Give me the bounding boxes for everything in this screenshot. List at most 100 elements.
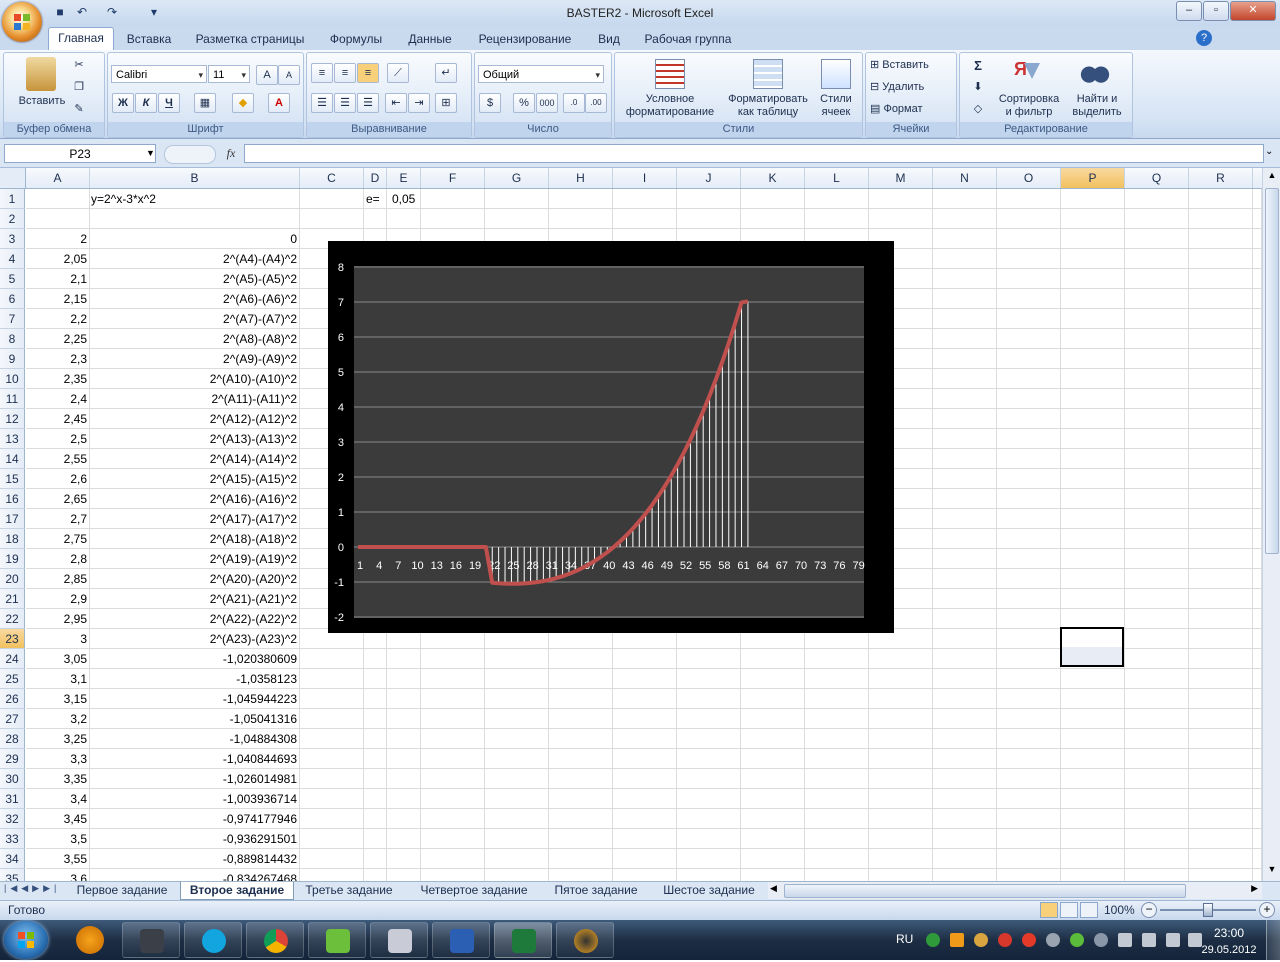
row-header[interactable]: 5 — [0, 269, 25, 289]
cell-a[interactable]: 3,35 — [26, 769, 87, 789]
language-indicator[interactable]: RU — [896, 932, 913, 946]
minimize-button[interactable]: – — [1176, 1, 1202, 21]
cell-d1[interactable]: e= — [366, 189, 386, 209]
scroll-right-icon[interactable]: ▶ — [1251, 883, 1258, 894]
column-header-i[interactable]: I — [613, 168, 677, 188]
row-header[interactable]: 31 — [0, 789, 25, 809]
tool-tray-icon[interactable] — [974, 933, 988, 947]
sort-filter-icon[interactable]: Я — [1014, 59, 1040, 87]
align-center-icon[interactable]: ☰ — [334, 93, 356, 113]
bold-button[interactable]: Ж — [112, 93, 134, 113]
column-header-c[interactable]: C — [300, 168, 364, 188]
cell-a[interactable]: 3,3 — [26, 749, 87, 769]
cell-a[interactable]: 2,55 — [26, 449, 87, 469]
align-top-icon[interactable]: ≡ — [311, 63, 333, 83]
row-header[interactable]: 26 — [0, 689, 25, 709]
row-header[interactable]: 7 — [0, 309, 25, 329]
tab-review[interactable]: Рецензирование — [468, 29, 582, 49]
tab-home[interactable]: Главная — [48, 27, 114, 51]
cell-b[interactable]: 2^(A7)-(A7)^2 — [90, 309, 297, 329]
column-header-q[interactable]: Q — [1125, 168, 1189, 188]
cell-a[interactable]: 2,1 — [26, 269, 87, 289]
torrent-tray-icon[interactable] — [926, 933, 940, 947]
format-painter-icon[interactable]: ✎ — [70, 103, 88, 116]
cell-b[interactable]: -1,026014981 — [90, 769, 297, 789]
office-button[interactable] — [2, 2, 42, 42]
paste-icon[interactable] — [26, 57, 56, 91]
alert-tray-icon[interactable] — [1022, 933, 1036, 947]
column-header-a[interactable]: A — [26, 168, 90, 188]
horizontal-scrollbar[interactable]: ◀ ▶ — [768, 882, 1262, 899]
cell-a[interactable]: 3 — [26, 629, 87, 649]
sheet-tab-4[interactable]: Четвертое задание — [412, 882, 536, 899]
horizontal-scroll-thumb[interactable] — [784, 884, 1186, 898]
align-bottom-icon[interactable]: ≡ — [357, 63, 379, 83]
cell-b[interactable]: 2^(A12)-(A12)^2 — [90, 409, 297, 429]
cell-b[interactable]: -0,936291501 — [90, 829, 297, 849]
taskbar-archive[interactable] — [370, 922, 428, 958]
cell-b[interactable]: 2^(A20)-(A20)^2 — [90, 569, 297, 589]
clear-icon[interactable]: ◇ — [966, 103, 990, 116]
autosum-button[interactable]: Σ — [966, 59, 990, 72]
column-header-f[interactable]: F — [421, 168, 485, 188]
underline-button[interactable]: Ч — [158, 93, 180, 113]
find-select-button[interactable]: Найти и выделить — [1064, 93, 1130, 119]
cell-a[interactable]: 2,15 — [26, 289, 87, 309]
antivirus-tray-icon[interactable] — [998, 933, 1012, 947]
taskbar-excel[interactable] — [494, 922, 552, 958]
zoom-in-icon[interactable]: + — [1259, 902, 1275, 918]
grow-font-icon[interactable]: A — [256, 65, 278, 85]
cell-b[interactable]: -0,974177946 — [90, 809, 297, 829]
cell-b[interactable]: -1,040844693 — [90, 749, 297, 769]
conditional-formatting-button[interactable]: Условное форматирование — [617, 93, 723, 119]
sheet-tab-1[interactable]: Первое задание — [70, 882, 174, 899]
sheet-tab-3[interactable]: Третье задание — [298, 882, 400, 899]
tab-page-layout[interactable]: Разметка страницы — [186, 29, 314, 49]
page-layout-view-icon[interactable] — [1060, 902, 1078, 918]
cell-b[interactable]: 2^(A14)-(A14)^2 — [90, 449, 297, 469]
column-header-e[interactable]: E — [387, 168, 421, 188]
cell-a[interactable]: 3,55 — [26, 849, 87, 869]
column-header-b[interactable]: B — [90, 168, 300, 188]
name-box[interactable]: P23 — [4, 144, 156, 163]
cell-b[interactable]: 2^(A9)-(A9)^2 — [90, 349, 297, 369]
row-header[interactable]: 6 — [0, 289, 25, 309]
cell-b[interactable]: 2^(A18)-(A18)^2 — [90, 529, 297, 549]
row-header[interactable]: 23 — [0, 629, 25, 649]
wrap-text-icon[interactable]: ↵ — [435, 63, 457, 83]
number-format-select[interactable]: Общий — [478, 65, 604, 84]
cell-a[interactable]: 2 — [26, 229, 87, 249]
cell-b[interactable]: -1,04884308 — [90, 729, 297, 749]
cell-a[interactable]: 3,05 — [26, 649, 87, 669]
network-device-tray-icon[interactable] — [1046, 933, 1060, 947]
cell-b[interactable]: 2^(A15)-(A15)^2 — [90, 469, 297, 489]
cell-a[interactable]: 2,2 — [26, 309, 87, 329]
sheet-tab-2[interactable]: Второе задание — [180, 882, 294, 900]
cell-b[interactable]: 2^(A13)-(A13)^2 — [90, 429, 297, 449]
sheet-nav-arrows-icon[interactable]: |◀◀▶▶| — [4, 883, 60, 894]
cell-a[interactable]: 2,05 — [26, 249, 87, 269]
formula-input[interactable] — [244, 144, 1264, 163]
cell-a[interactable]: 2,7 — [26, 509, 87, 529]
row-header[interactable]: 17 — [0, 509, 25, 529]
column-header-l[interactable]: L — [805, 168, 869, 188]
taskbar-skype[interactable] — [184, 922, 242, 958]
italic-button[interactable]: К — [135, 93, 157, 113]
zoom-level[interactable]: 100% — [1104, 903, 1135, 917]
column-header-n[interactable]: N — [933, 168, 997, 188]
cell-a[interactable]: 2,3 — [26, 349, 87, 369]
cell-b[interactable]: 2^(A17)-(A17)^2 — [90, 509, 297, 529]
scroll-down-icon[interactable]: ▼ — [1265, 864, 1279, 878]
cell-a[interactable]: 3,45 — [26, 809, 87, 829]
cell-b[interactable]: 2^(A6)-(A6)^2 — [90, 289, 297, 309]
row-header[interactable]: 27 — [0, 709, 25, 729]
row-header[interactable]: 19 — [0, 549, 25, 569]
sort-filter-button[interactable]: Сортировка и фильтр — [996, 93, 1062, 119]
format-as-table-icon[interactable] — [753, 59, 783, 89]
tab-workgroup[interactable]: Рабочая группа — [636, 29, 740, 49]
row-header[interactable]: 15 — [0, 469, 25, 489]
page-break-view-icon[interactable] — [1080, 902, 1098, 918]
row-header[interactable]: 4 — [0, 249, 25, 269]
cell-a[interactable]: 2,45 — [26, 409, 87, 429]
row-header[interactable]: 29 — [0, 749, 25, 769]
